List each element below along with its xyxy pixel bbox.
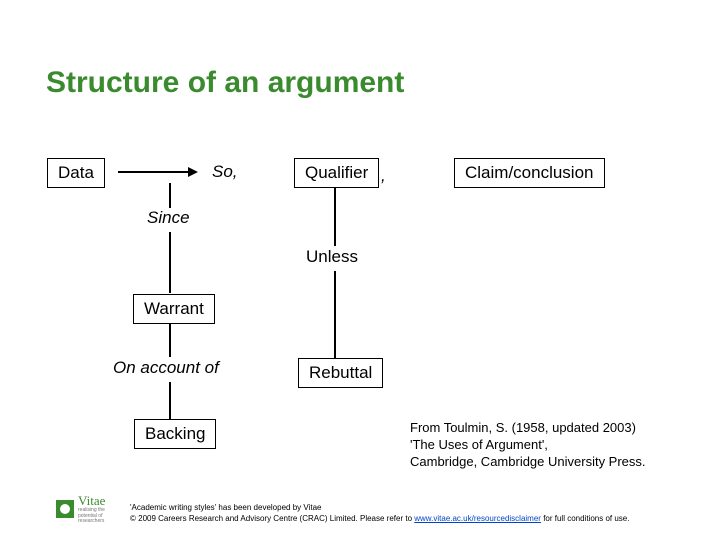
citation: From Toulmin, S. (1958, updated 2003) 'T… [410, 420, 646, 471]
footer-link[interactable]: www.vitae.ac.uk/resourcedisclaimer [414, 514, 541, 523]
citation-line1: From Toulmin, S. (1958, updated 2003) [410, 420, 646, 437]
box-data: Data [47, 158, 105, 188]
footer-line2: © 2009 Careers Research and Advisory Cen… [130, 513, 629, 524]
box-rebuttal: Rebuttal [298, 358, 383, 388]
vitae-logo-sub: realising the potential of researchers [78, 508, 118, 525]
footer-line1: 'Academic writing styles' has been devel… [130, 502, 629, 513]
vitae-logo-mark [56, 500, 74, 518]
page-title: Structure of an argument [46, 66, 404, 100]
box-backing: Backing [134, 419, 216, 449]
label-since: Since [147, 208, 190, 228]
box-warrant: Warrant [133, 294, 215, 324]
label-unless: Unless [306, 247, 358, 267]
label-so: So, [212, 162, 238, 182]
box-qualifier: Qualifier [294, 158, 379, 188]
footer: 'Academic writing styles' has been devel… [130, 502, 629, 524]
citation-line3: Cambridge, Cambridge University Press. [410, 454, 646, 471]
box-claim: Claim/conclusion [454, 158, 605, 188]
vitae-logo-text: Vitae [78, 494, 105, 507]
label-on-account-of: On account of [113, 358, 219, 378]
vitae-logo: Vitae realising the potential of researc… [56, 494, 118, 524]
citation-line2: 'The Uses of Argument', [410, 437, 646, 454]
label-comma: , [381, 166, 386, 186]
